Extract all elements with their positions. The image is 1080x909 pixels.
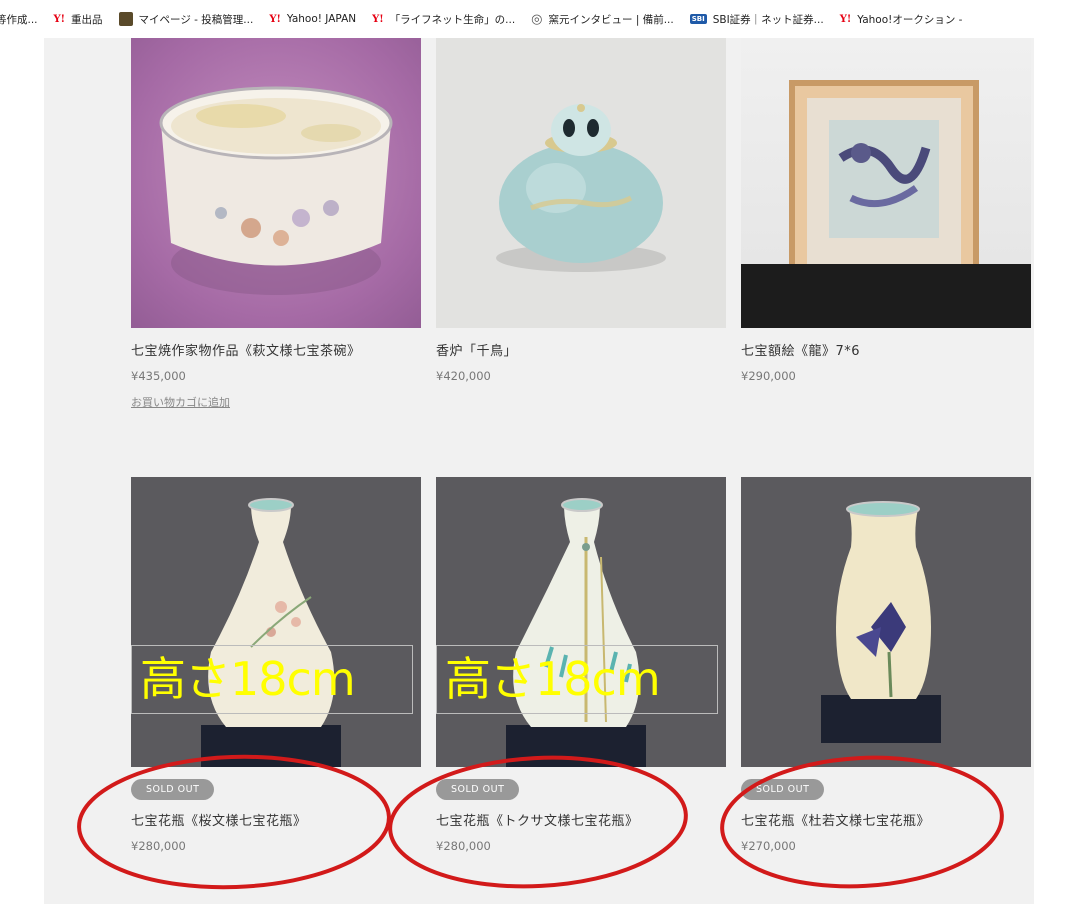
yahoo-icon: Y! bbox=[372, 13, 384, 25]
bookmark-label: 窯元インタビュー | 備前... bbox=[548, 13, 674, 26]
bookmark-label: Yahoo! JAPAN bbox=[286, 13, 357, 25]
bookmark-item[interactable]: ◎ 窯元インタビュー | 備前... bbox=[531, 12, 674, 27]
yahoo-icon: Y! bbox=[269, 13, 281, 25]
bookmark-label: Yahoo!オークション - bbox=[857, 13, 963, 26]
bookmark-item[interactable]: Y! 「ライフネット生命」の... bbox=[372, 12, 515, 27]
yahoo-icon: Y! bbox=[53, 13, 66, 25]
red-annotation-circles bbox=[77, 754, 1004, 890]
bookmark-item[interactable]: 等作成... bbox=[0, 12, 38, 27]
bookmark-label: SBI証券｜ネット証券... bbox=[712, 13, 824, 26]
product-grid-page: 七宝焼作家物作品《萩文様七宝茶碗》 ¥435,000 お買い物カゴに追加 香炉「… bbox=[44, 38, 1034, 904]
bookmark-label: 等作成... bbox=[0, 13, 38, 26]
yahoo-icon: Y! bbox=[839, 13, 852, 25]
bookmark-item[interactable]: Y! Yahoo!オークション - bbox=[840, 12, 963, 27]
bookmarks-bar: 等作成... Y! 重出品 マイページ - 投稿管理... Y! Yahoo! JA… bbox=[0, 0, 1080, 38]
sbi-icon: SBI bbox=[689, 14, 707, 24]
bookmark-item[interactable]: Y! Yahoo! JAPAN bbox=[269, 13, 356, 25]
globe-icon: ◎ bbox=[531, 11, 543, 27]
bookmark-item[interactable]: マイページ - 投稿管理... bbox=[118, 12, 254, 27]
bookmark-item[interactable]: SBI SBI証券｜ネット証券... bbox=[689, 12, 824, 27]
photo-icon bbox=[118, 12, 133, 26]
bookmark-label: 「ライフネット生命」の... bbox=[389, 13, 516, 26]
bookmark-item[interactable]: Y! 重出品 bbox=[54, 12, 103, 27]
bookmark-label: マイページ - 投稿管理... bbox=[138, 13, 254, 26]
bookmark-label: 重出品 bbox=[71, 13, 103, 26]
